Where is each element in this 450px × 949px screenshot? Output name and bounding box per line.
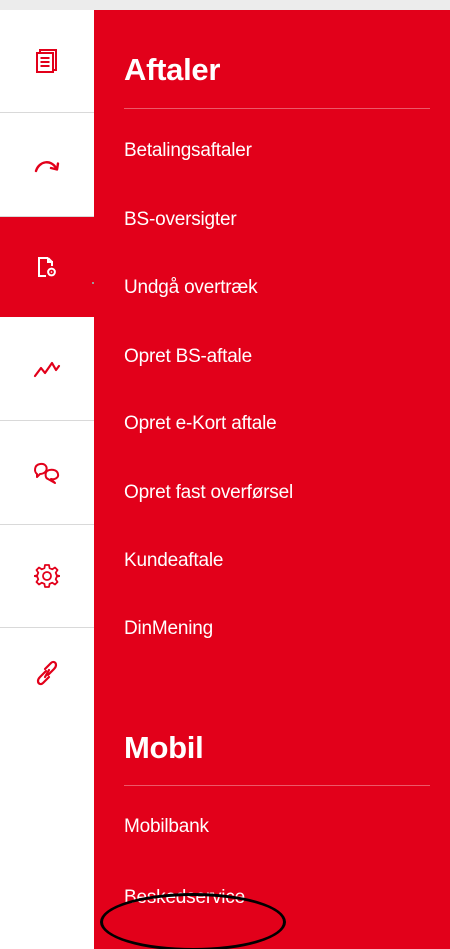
- section-title-mobil: Mobil: [124, 730, 204, 765]
- link-icon: [36, 659, 58, 687]
- menu-panel: Aftaler Betalingsaftaler BS-oversigter U…: [94, 10, 450, 949]
- menu-link-bs-oversigter[interactable]: BS-oversigter: [124, 209, 237, 231]
- investment-graph-icon: [33, 358, 61, 380]
- section-divider: [124, 108, 430, 109]
- top-border: [0, 0, 450, 10]
- menu-link-undgaa-overtraek[interactable]: Undgå overtræk: [124, 277, 258, 299]
- documents-icon: [35, 48, 59, 74]
- section-title-aftaler: Aftaler: [124, 52, 221, 87]
- transfer-arrow-icon: [33, 155, 61, 175]
- menu-link-opret-bs-aftale[interactable]: Opret BS-aftale: [124, 346, 252, 368]
- agreement-settings-icon: [36, 255, 58, 279]
- rail-item-links[interactable]: [0, 628, 94, 718]
- rail-item-investments[interactable]: [0, 317, 94, 421]
- gear-icon: [34, 563, 60, 589]
- rail-item-documents[interactable]: [0, 10, 94, 113]
- menu-link-mobilbank[interactable]: Mobilbank: [124, 816, 209, 838]
- menu-link-betalingsaftaler[interactable]: Betalingsaftaler: [124, 140, 252, 162]
- menu-link-beskedservice[interactable]: Beskedservice: [124, 887, 245, 909]
- chat-icon: [33, 461, 61, 485]
- rail-item-messages[interactable]: [0, 421, 94, 525]
- app-frame: Aftaler Betalingsaftaler BS-oversigter U…: [0, 0, 450, 949]
- rail-item-settings[interactable]: [0, 525, 94, 628]
- menu-link-opret-e-kort-aftale[interactable]: Opret e-Kort aftale: [124, 413, 277, 435]
- menu-link-kundeaftale[interactable]: Kundeaftale: [124, 550, 223, 572]
- menu-link-dinmening[interactable]: DinMening: [124, 618, 213, 640]
- rail-item-transfers[interactable]: [0, 113, 94, 217]
- section-divider: [124, 785, 430, 786]
- menu-link-opret-fast-overfoersel[interactable]: Opret fast overførsel: [124, 482, 293, 504]
- icon-rail: [0, 10, 95, 949]
- rail-item-agreements[interactable]: [0, 217, 94, 317]
